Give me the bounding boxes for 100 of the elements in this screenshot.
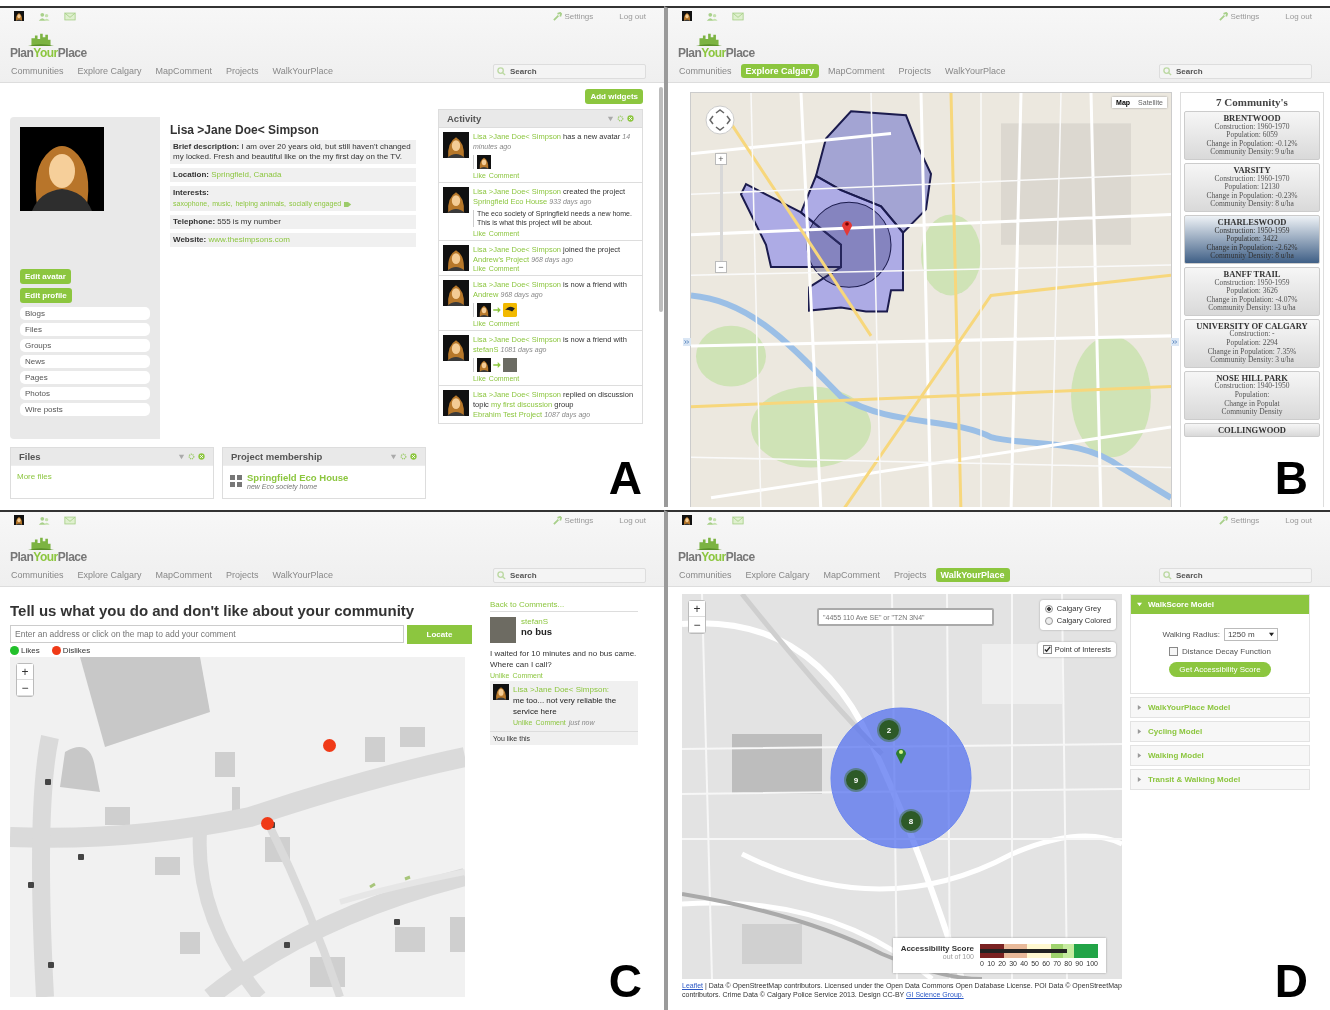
mail-icon[interactable] — [64, 515, 76, 525]
caret-icon[interactable] — [390, 453, 397, 460]
search-field[interactable]: Search — [1159, 63, 1312, 79]
accessibility-score-button[interactable]: Get Accessibility Score — [1169, 662, 1271, 677]
caret-icon — [1137, 602, 1142, 607]
field-link[interactable]: www.thesimpsons.com — [208, 235, 290, 244]
nav-tab[interactable]: Communities — [674, 64, 737, 78]
logout-link[interactable]: Log out — [619, 11, 646, 21]
nav-tab[interactable]: WalkYourPlace — [267, 64, 338, 78]
close-icon[interactable] — [627, 115, 634, 122]
people-icon[interactable] — [38, 11, 50, 21]
nav-tab[interactable]: Explore Calgary — [740, 568, 815, 582]
back-link[interactable]: Back to Comments... — [490, 600, 638, 612]
settings-link[interactable]: Settings — [553, 515, 594, 525]
profile-menu-item[interactable]: Pages — [20, 371, 150, 384]
profile-menu-item[interactable]: News — [20, 355, 150, 368]
nav-tab[interactable]: Explore Calgary — [72, 568, 147, 582]
settings-link[interactable]: Settings — [1219, 11, 1260, 21]
radius-select[interactable]: 1250 m — [1223, 628, 1278, 641]
user-link[interactable]: Lisa >Jane Doe< Simpson: — [513, 685, 610, 694]
edit-button[interactable]: Edit avatar — [20, 269, 71, 284]
user-avatar — [443, 132, 469, 158]
nav-tab[interactable]: Projects — [889, 568, 932, 582]
model-header[interactable]: Cycling Model — [1131, 722, 1309, 741]
caret-icon[interactable] — [607, 115, 614, 122]
field-link[interactable]: Springfield, Canada — [211, 170, 282, 179]
settings-link[interactable]: Settings — [1219, 515, 1260, 525]
mail-icon[interactable] — [732, 515, 744, 525]
nav-tab[interactable]: MapComment — [823, 64, 890, 78]
widget-title: Project membership — [231, 451, 324, 462]
search-field[interactable]: Search — [493, 63, 646, 79]
nav-tab[interactable]: WalkYourPlace — [935, 568, 1010, 582]
logo-text[interactable]: PlanYourPlace — [10, 46, 87, 60]
model-header[interactable]: WalkScore Model — [1131, 595, 1309, 614]
radio-button[interactable] — [1044, 605, 1053, 613]
logout-link[interactable]: Log out — [1285, 515, 1312, 525]
search-field[interactable]: Search — [493, 567, 646, 583]
profile-menu-item[interactable]: Wire posts — [20, 403, 150, 416]
settings-icon[interactable] — [188, 453, 195, 460]
zoom-out-button[interactable]: − — [715, 261, 727, 273]
profile-menu-item[interactable]: Groups — [20, 339, 150, 352]
logo-text[interactable]: PlanYourPlace — [678, 46, 755, 60]
zoom-in-button[interactable]: + — [715, 153, 727, 165]
nav-tab[interactable]: Projects — [893, 64, 937, 78]
nav-tab[interactable]: MapComment — [150, 64, 218, 78]
nav-tab[interactable]: Explore Calgary — [72, 64, 147, 78]
caret-icon[interactable] — [178, 453, 185, 460]
nav-tab[interactable]: WalkYourPlace — [940, 64, 1011, 78]
zoom-in-button[interactable]: + — [17, 664, 33, 680]
nav-tab[interactable]: MapComment — [818, 568, 886, 582]
checkbox[interactable] — [1169, 647, 1179, 656]
community-boundary-overlay[interactable] — [739, 110, 933, 313]
nav-tab[interactable]: WalkYourPlace — [267, 568, 338, 582]
settings-icon[interactable] — [400, 453, 407, 460]
profile-menu-item[interactable]: Photos — [20, 387, 150, 400]
logout-link[interactable]: Log out — [1285, 11, 1312, 21]
address-field[interactable]: Enter an address or click on the map to add your comment — [10, 625, 404, 643]
add-widgets-button[interactable]: Add widgets — [585, 89, 643, 104]
people-icon[interactable] — [706, 11, 718, 21]
settings-link[interactable]: Settings — [553, 11, 594, 21]
legend-label: Dislikes — [62, 646, 91, 655]
community-name: BRENTWOOD — [1222, 114, 1282, 123]
nav-tab[interactable]: Communities — [6, 568, 69, 582]
pan-control[interactable] — [705, 105, 735, 135]
project-link[interactable]: Springfield Eco House — [247, 472, 349, 483]
expand-icon[interactable] — [683, 338, 691, 346]
nav-tab[interactable]: Projects — [221, 64, 264, 78]
model-header[interactable]: Transit & Walking Model — [1131, 770, 1309, 789]
logout-link[interactable]: Log out — [619, 515, 646, 525]
expand-icon[interactable] — [1171, 338, 1179, 346]
search-field[interactable]: Search — [1159, 567, 1312, 583]
people-icon[interactable] — [706, 515, 718, 525]
nav-tab[interactable]: Explore Calgary — [740, 64, 820, 78]
people-icon[interactable] — [38, 515, 50, 525]
search-icon — [1163, 66, 1172, 76]
scrollbar[interactable] — [659, 87, 663, 312]
nav-tab[interactable]: Projects — [221, 568, 264, 582]
locate-button[interactable]: Locate — [407, 625, 472, 644]
edit-button[interactable]: Edit profile — [20, 288, 72, 303]
close-icon[interactable] — [410, 453, 417, 460]
model-header[interactable]: Walking Model — [1131, 746, 1309, 765]
profile-menu-item[interactable]: Files — [20, 323, 150, 336]
nav-tab[interactable]: MapComment — [150, 568, 218, 582]
zoom-in-button[interactable]: + — [689, 601, 705, 617]
settings-icon[interactable] — [617, 115, 624, 122]
mail-icon[interactable] — [732, 11, 744, 21]
user-link[interactable]: stefanS — [521, 617, 549, 626]
checkbox[interactable] — [1042, 645, 1052, 654]
logo-text[interactable]: PlanYourPlace — [10, 550, 87, 564]
more-files-link[interactable]: More files — [17, 472, 52, 481]
mail-icon[interactable] — [64, 11, 76, 21]
logo-text[interactable]: PlanYourPlace — [678, 550, 755, 564]
nav-tab[interactable]: Communities — [6, 64, 69, 78]
model-header[interactable]: WalkYourPlace Model — [1131, 698, 1309, 717]
close-icon[interactable] — [198, 453, 205, 460]
radio-button[interactable] — [1044, 617, 1053, 625]
nav-tab[interactable]: Communities — [674, 568, 737, 582]
community-card[interactable]: COLLINGWOOD — [1184, 422, 1320, 438]
friend-avatar-icon — [503, 303, 517, 317]
profile-menu-item[interactable]: Blogs — [20, 307, 150, 320]
